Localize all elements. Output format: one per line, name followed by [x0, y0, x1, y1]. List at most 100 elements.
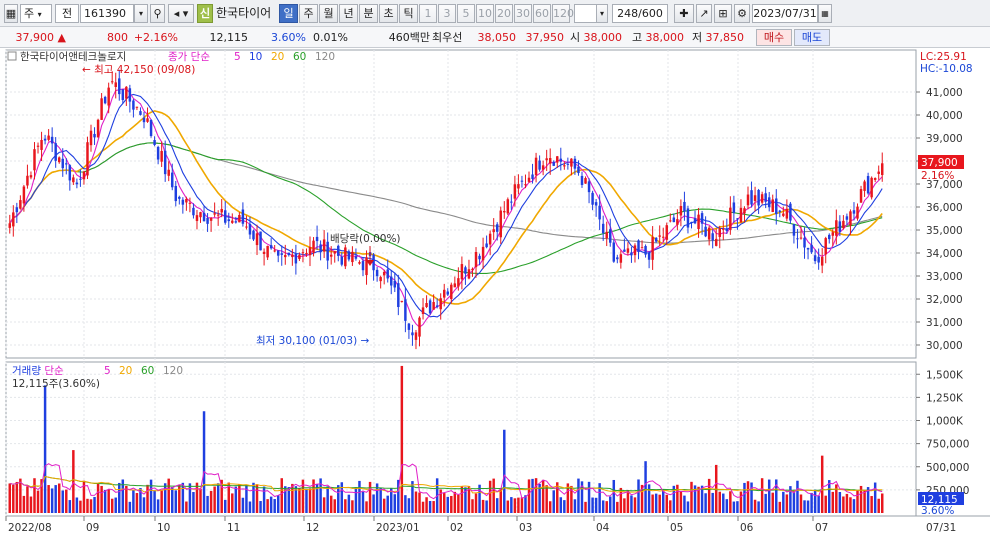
volume-bar[interactable]	[577, 478, 580, 513]
candle-body[interactable]	[238, 215, 241, 223]
period-button-7[interactable]: 틱	[399, 4, 418, 23]
period-button-5[interactable]: 분	[359, 4, 378, 23]
volume-bar[interactable]	[753, 499, 757, 513]
volume-bar[interactable]	[704, 493, 707, 513]
candle-body[interactable]	[432, 302, 435, 310]
volume-bar[interactable]	[379, 487, 382, 513]
candle-body[interactable]	[82, 171, 86, 180]
candle-body[interactable]	[750, 190, 753, 205]
volume-bar[interactable]	[163, 483, 167, 513]
candle-body[interactable]	[545, 158, 548, 161]
candle-body[interactable]	[828, 234, 831, 240]
candle-body[interactable]	[428, 300, 432, 314]
candle-body[interactable]	[50, 136, 54, 144]
candle-body[interactable]	[707, 227, 711, 240]
volume-bar[interactable]	[771, 492, 774, 513]
volume-bar[interactable]	[877, 498, 880, 513]
candle-body[interactable]	[199, 212, 202, 218]
candle-body[interactable]	[824, 238, 827, 255]
candle-body[interactable]	[15, 207, 19, 213]
candle-body[interactable]	[435, 305, 439, 308]
candle-body[interactable]	[121, 89, 125, 101]
candle-body[interactable]	[29, 175, 33, 178]
candle-body[interactable]	[796, 238, 799, 240]
volume-bar[interactable]	[845, 493, 849, 513]
crosshair-icon[interactable]: ✚	[674, 4, 694, 23]
candle-body[interactable]	[647, 252, 651, 260]
candle-body[interactable]	[8, 223, 12, 228]
volume-bar[interactable]	[842, 496, 845, 513]
candle-body[interactable]	[584, 178, 587, 184]
candle-body[interactable]	[252, 230, 255, 240]
candle-body[interactable]	[386, 269, 389, 279]
candle-body[interactable]	[792, 223, 796, 236]
candle-body[interactable]	[499, 210, 502, 238]
candle-body[interactable]	[842, 220, 845, 229]
candle-body[interactable]	[743, 208, 746, 214]
candle-body[interactable]	[86, 142, 89, 176]
volume-bar[interactable]	[796, 480, 799, 513]
volume-bar[interactable]	[365, 501, 368, 513]
volume-bar[interactable]	[259, 501, 262, 513]
volume-bar[interactable]	[584, 501, 587, 513]
volume-bar[interactable]	[322, 497, 326, 513]
volume-bar[interactable]	[499, 488, 502, 513]
volume-bar[interactable]	[633, 497, 637, 513]
candle-body[interactable]	[577, 166, 580, 174]
candle-body[interactable]	[125, 86, 128, 99]
volume-bar[interactable]	[849, 497, 852, 513]
volume-bar[interactable]	[495, 498, 499, 513]
candle-body[interactable]	[100, 98, 103, 120]
volume-bar[interactable]	[86, 498, 89, 513]
period-button-3[interactable]: 월	[319, 4, 338, 23]
volume-bar[interactable]	[676, 484, 679, 513]
volume-bar[interactable]	[135, 493, 139, 513]
candle-body[interactable]	[531, 174, 534, 179]
volume-bar[interactable]	[531, 478, 534, 513]
volume-bar[interactable]	[750, 482, 753, 513]
compare-chart-icon[interactable]: ⊞	[714, 4, 732, 23]
volume-bar[interactable]	[506, 500, 510, 513]
candle-body[interactable]	[453, 283, 457, 288]
candle-body[interactable]	[845, 216, 849, 220]
candle-body[interactable]	[128, 88, 132, 102]
candle-body[interactable]	[54, 143, 57, 161]
candle-body[interactable]	[810, 244, 813, 253]
volume-bar[interactable]	[29, 496, 33, 513]
volume-bar[interactable]	[199, 488, 202, 513]
volume-bar[interactable]	[54, 485, 57, 513]
candle-body[interactable]	[411, 332, 414, 336]
volume-bar[interactable]	[372, 494, 375, 513]
candle-body[interactable]	[481, 246, 485, 261]
volume-bar[interactable]	[626, 489, 630, 513]
volume-bar[interactable]	[552, 490, 555, 513]
volume-bar[interactable]	[153, 490, 156, 513]
candle-body[interactable]	[757, 189, 760, 206]
volume-bar[interactable]	[404, 495, 407, 513]
volume-bar[interactable]	[873, 482, 877, 513]
candle-body[interactable]	[626, 248, 630, 253]
volume-bar[interactable]	[605, 501, 608, 513]
candle-body[interactable]	[146, 118, 149, 122]
volume-bar[interactable]	[739, 491, 743, 513]
candle-body[interactable]	[107, 87, 110, 106]
volume-bar[interactable]	[393, 494, 397, 513]
volume-bar[interactable]	[460, 486, 464, 513]
candle-body[interactable]	[732, 202, 736, 213]
candle-body[interactable]	[361, 261, 365, 271]
candle-body[interactable]	[153, 140, 156, 145]
volume-bar[interactable]	[700, 485, 704, 513]
candle-body[interactable]	[630, 252, 633, 256]
candle-body[interactable]	[12, 212, 15, 227]
candle-body[interactable]	[421, 307, 425, 315]
volume-bar[interactable]	[707, 478, 711, 513]
volume-bar[interactable]	[778, 501, 782, 513]
candle-body[interactable]	[676, 219, 679, 225]
candle-body[interactable]	[718, 228, 721, 237]
scope-select[interactable]: 전	[55, 4, 79, 23]
volume-bar[interactable]	[22, 495, 26, 513]
volume-bar[interactable]	[612, 479, 616, 513]
candle-body[interactable]	[354, 256, 358, 259]
candle-body[interactable]	[580, 175, 584, 185]
candle-body[interactable]	[464, 267, 467, 274]
